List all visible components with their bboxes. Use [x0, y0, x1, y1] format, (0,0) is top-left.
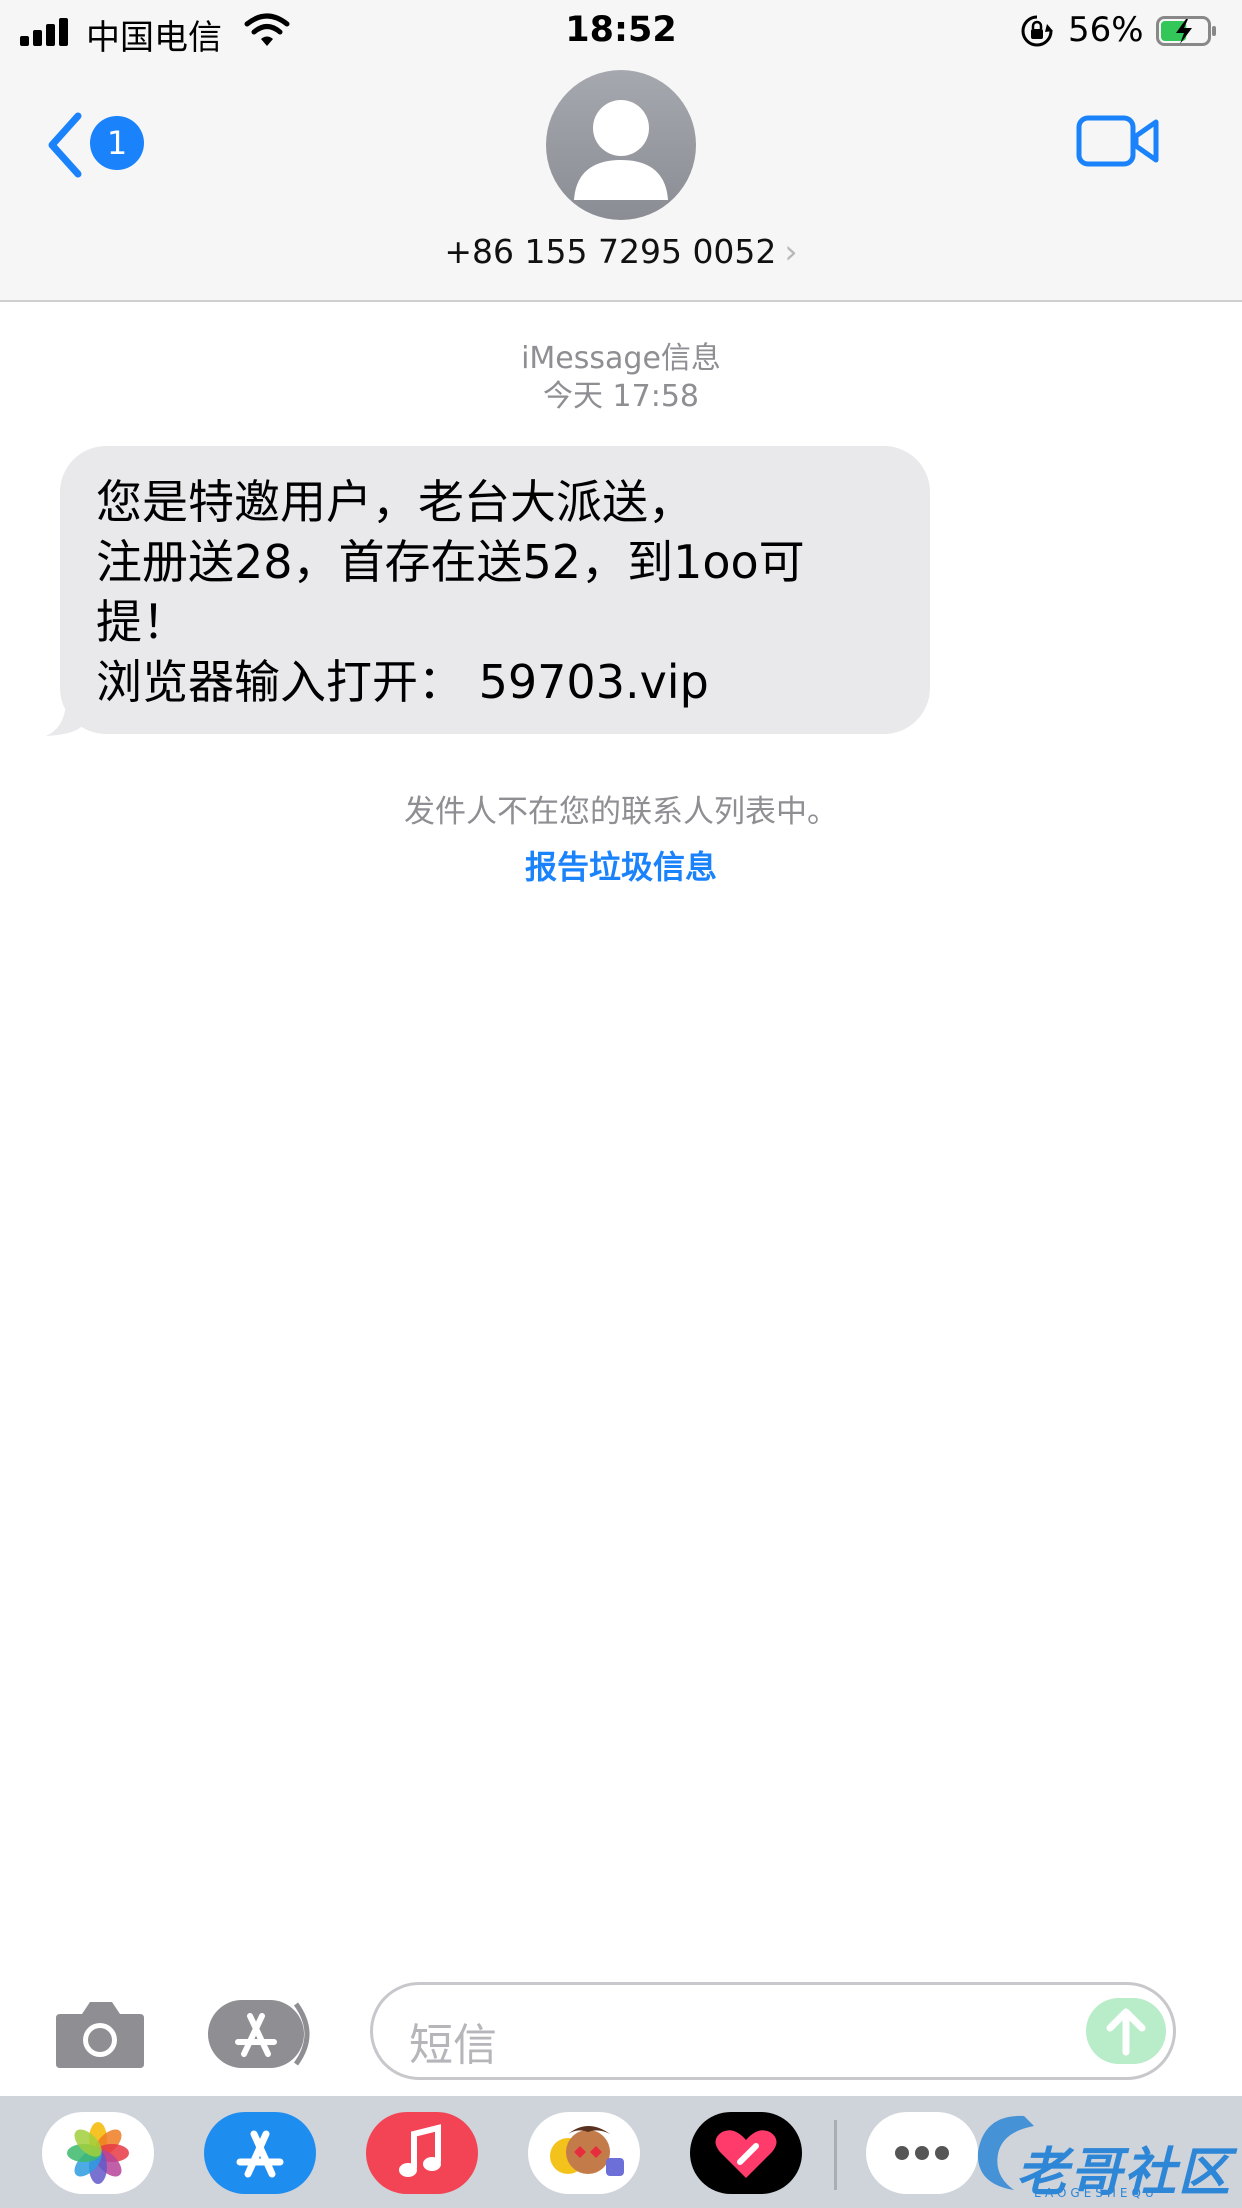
back-chevron-icon — [48, 112, 82, 178]
message-timestamp: 今天 17:58 — [543, 379, 699, 414]
report-junk-link[interactable]: 报告垃圾信息 — [0, 842, 1242, 888]
video-call-icon — [1076, 115, 1159, 167]
app-store-icon — [208, 2000, 310, 2068]
digital-touch-icon — [715, 2130, 777, 2178]
unknown-sender-notice: 发件人不在您的联系人列表中。 — [404, 794, 838, 830]
drawer-divider — [834, 2120, 837, 2190]
status-time: 18:52 — [565, 10, 677, 50]
unread-badge[interactable]: 1 — [90, 116, 144, 170]
memoji-app-button[interactable] — [528, 2112, 640, 2194]
app-store-icon — [236, 2130, 284, 2178]
battery-percentage: 56% — [1068, 10, 1144, 50]
chevron-right-icon: › — [784, 232, 798, 271]
app-store-button[interactable] — [208, 1998, 320, 2070]
facetime-video-button[interactable] — [1076, 112, 1160, 172]
orientation-lock-icon — [1021, 15, 1053, 47]
more-apps-button[interactable] — [866, 2112, 978, 2194]
message-input-placeholder: 短信 — [409, 2020, 497, 2071]
camera-button[interactable] — [54, 1998, 146, 2070]
message-input[interactable]: 短信 — [370, 1982, 1176, 2080]
service-label: iMessage信息 — [521, 341, 721, 376]
more-icon — [895, 2146, 949, 2160]
send-button[interactable] — [1086, 1998, 1166, 2064]
contact-name[interactable]: +86 155 7295 0052 › — [0, 232, 1242, 271]
message-meta: iMessage信息 今天 17:58 — [0, 340, 1242, 416]
message-text[interactable]: 您是特邀用户，老台大派送， 注册送28，首存在送52，到1oo可 提！ 浏览器输… — [96, 472, 916, 712]
watermark-subtitle: LAOGESHEQU — [1034, 2186, 1158, 2200]
music-icon — [399, 2124, 441, 2177]
contact-number: +86 155 7295 0052 — [444, 232, 777, 271]
site-watermark: 老哥社区 LAOGESHEQU — [964, 2104, 1234, 2203]
memoji-icon — [550, 2126, 624, 2176]
contact-avatar[interactable] — [546, 70, 696, 220]
digital-touch-app-button[interactable] — [690, 2112, 802, 2194]
app-store-app-button[interactable] — [204, 2112, 316, 2194]
music-app-button[interactable] — [366, 2112, 478, 2194]
camera-icon — [56, 2002, 144, 2068]
received-message-bubble[interactable]: 您是特邀用户，老台大派送， 注册送28，首存在送52，到1oo可 提！ 浏览器输… — [60, 446, 930, 734]
photos-app-button[interactable] — [42, 2112, 154, 2194]
send-arrow-icon — [1106, 2008, 1146, 2056]
battery-charging-icon — [1156, 16, 1216, 46]
avatar-icon — [574, 100, 668, 200]
photos-icon — [67, 2122, 129, 2184]
status-bar: 中国电信 18:52 56% — [0, 0, 1242, 62]
